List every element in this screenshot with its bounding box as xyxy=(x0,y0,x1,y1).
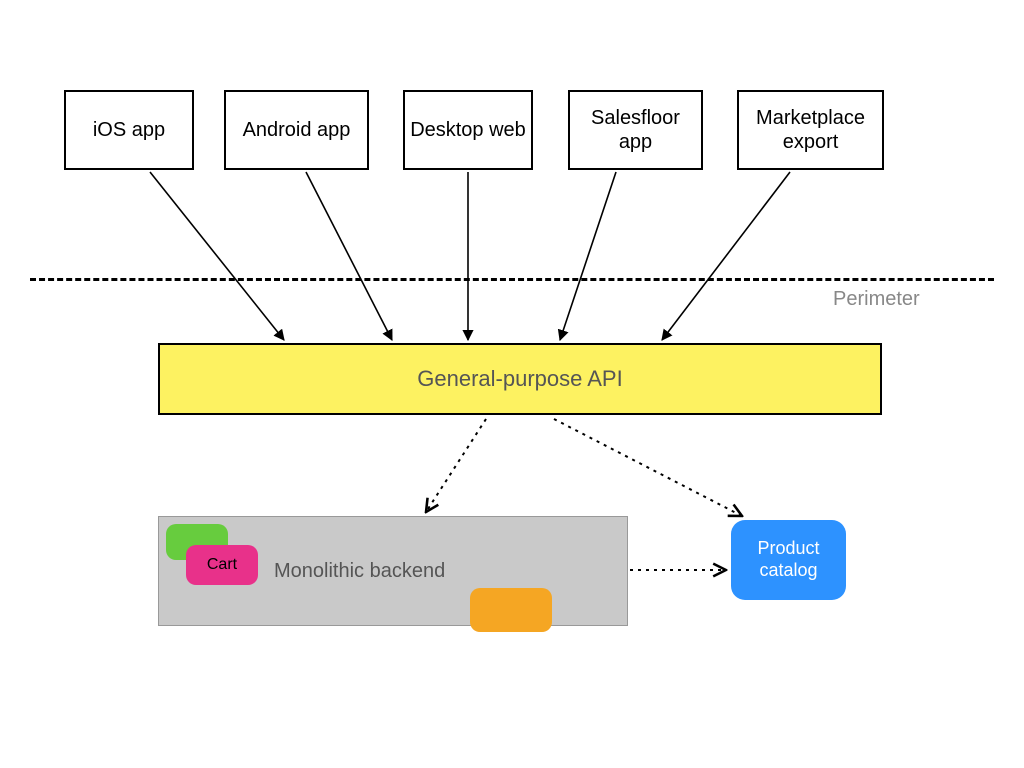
tag-cart-label: Cart xyxy=(207,555,237,574)
client-box-android: Android app xyxy=(224,90,369,170)
client-desktop-label: Desktop web xyxy=(410,118,526,142)
client-ios-label: iOS app xyxy=(93,118,165,142)
client-box-desktop: Desktop web xyxy=(403,90,533,170)
api-label: General-purpose API xyxy=(417,366,622,392)
tag-orange xyxy=(470,588,552,632)
product-catalog-box: Product catalog xyxy=(731,520,846,600)
monolith-label: Monolithic backend xyxy=(274,559,445,583)
client-box-ios: iOS app xyxy=(64,90,194,170)
arrow-android-to-api xyxy=(306,172,392,340)
client-marketplace-label: Marketplace export xyxy=(743,106,878,154)
product-catalog-label: Product catalog xyxy=(737,538,840,581)
arrow-salesfloor-to-api xyxy=(560,172,616,340)
client-box-marketplace: Marketplace export xyxy=(737,90,884,170)
architecture-diagram: iOS app Android app Desktop web Salesflo… xyxy=(0,0,1024,768)
arrow-marketplace-to-api xyxy=(662,172,790,340)
api-box: General-purpose API xyxy=(158,343,882,415)
client-salesfloor-label: Salesfloor app xyxy=(574,106,697,154)
client-box-salesfloor: Salesfloor app xyxy=(568,90,703,170)
client-android-label: Android app xyxy=(243,118,351,142)
perimeter-divider xyxy=(30,278,994,281)
arrow-ios-to-api xyxy=(150,172,284,340)
arrow-api-to-product xyxy=(554,419,742,516)
perimeter-label: Perimeter xyxy=(833,288,920,311)
arrow-api-to-monolith xyxy=(426,419,486,512)
tag-cart: Cart xyxy=(186,545,258,585)
